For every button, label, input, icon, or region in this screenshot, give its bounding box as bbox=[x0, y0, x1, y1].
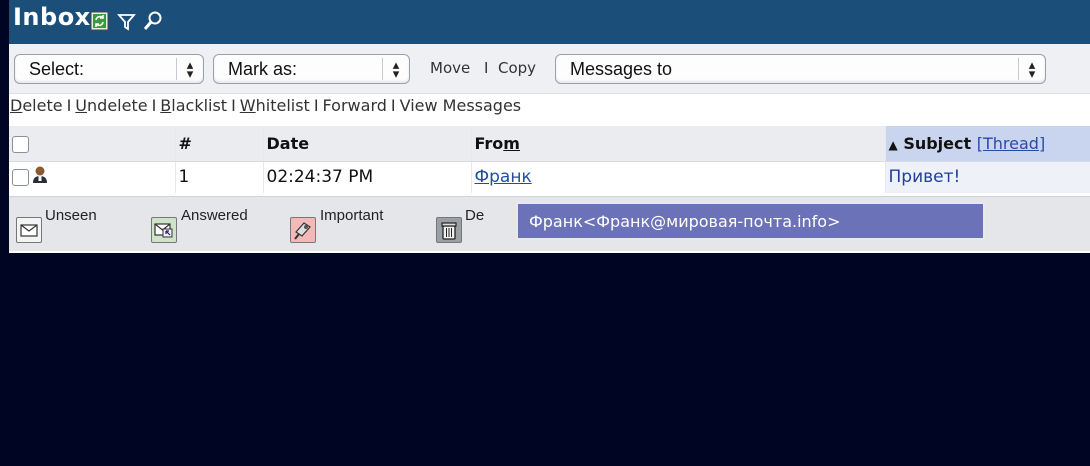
page-title: Inbox bbox=[13, 3, 91, 31]
table-header-row: # Date From ▲ Subject [Thread] bbox=[9, 126, 1090, 162]
sender-link[interactable]: Франк bbox=[475, 167, 532, 187]
sort-ascending-icon: ▲ bbox=[888, 137, 898, 152]
destination-folder-value: Messages to bbox=[570, 59, 673, 79]
header-date[interactable]: Date bbox=[263, 126, 472, 162]
legend-important-label: Important bbox=[320, 207, 384, 224]
action-separator: I bbox=[231, 96, 236, 115]
unseen-envelope-icon bbox=[16, 217, 42, 243]
action-separator: I bbox=[390, 96, 396, 115]
message-toolbar: Select: ▴ ▾ Mark as: ▴ ▾ Move I Copy Messa… bbox=[9, 44, 1090, 94]
move-link[interactable]: Move bbox=[430, 59, 470, 77]
inbox-header: Inbox bbox=[9, 0, 1090, 44]
select-dropdown[interactable]: Select: ▴ ▾ bbox=[14, 54, 204, 84]
mark-as-dropdown[interactable]: Mark as: ▴ ▾ bbox=[213, 54, 410, 84]
select-all-checkbox[interactable] bbox=[12, 135, 29, 153]
destination-divider bbox=[1018, 58, 1019, 80]
mail-panel: Inbox Select: ▴ ▾ Mark as: ▴ ▾ Move I Co… bbox=[9, 0, 1090, 253]
action-separator: I bbox=[66, 96, 72, 115]
thread-toggle-link[interactable]: [Thread] bbox=[977, 134, 1045, 153]
answered-envelope-icon bbox=[151, 217, 177, 243]
row-subject[interactable]: Привет! bbox=[885, 161, 1090, 193]
undelete-link[interactable]: Undelete bbox=[75, 96, 147, 115]
select-dropdown-label: Select: bbox=[29, 59, 85, 79]
legend-answered-label: Answered bbox=[181, 207, 248, 224]
action-separator: I bbox=[151, 96, 157, 115]
header-from[interactable]: From bbox=[471, 126, 886, 162]
forward-link[interactable]: Forward bbox=[323, 96, 387, 115]
header-select-all bbox=[9, 126, 176, 162]
toolbar-separator: I bbox=[484, 59, 489, 77]
copy-link[interactable]: Copy bbox=[498, 59, 536, 77]
view-messages-link[interactable]: View Messages bbox=[400, 96, 522, 115]
updown-arrows-icon: ▴ ▾ bbox=[392, 57, 400, 81]
row-date: 02:24:37 PM bbox=[263, 161, 472, 193]
blacklist-link[interactable]: Blacklist bbox=[160, 96, 227, 115]
delete-link[interactable]: Delete bbox=[10, 96, 63, 115]
message-actions: Delete I Undelete I Blacklist I Whitelist I Forw… bbox=[10, 94, 1090, 124]
whitelist-link[interactable]: Whitelist bbox=[240, 96, 310, 115]
table-row[interactable]: 1 02:24:37 PM Франк Привет! bbox=[9, 161, 1090, 193]
legend-deleted-label: De bbox=[465, 207, 485, 224]
refresh-icon[interactable] bbox=[90, 10, 110, 32]
message-checkbox[interactable] bbox=[12, 168, 29, 186]
important-flag-icon bbox=[290, 217, 316, 243]
row-number: 1 bbox=[175, 161, 264, 193]
action-separator: I bbox=[313, 96, 319, 115]
header-subject[interactable]: ▲ Subject [Thread] bbox=[885, 126, 1090, 162]
row-select-cell bbox=[9, 161, 176, 193]
updown-arrows-icon: ▴ ▾ bbox=[1028, 57, 1036, 81]
sender-tooltip: Франк<Франк@мировая-почта.info> bbox=[516, 202, 985, 240]
legend-unseen-label: Unseen bbox=[45, 207, 97, 224]
filter-icon[interactable] bbox=[117, 10, 137, 32]
mark-as-label: Mark as: bbox=[228, 59, 298, 79]
select-divider bbox=[176, 58, 177, 80]
deleted-trash-icon bbox=[436, 217, 462, 243]
destination-folder-dropdown[interactable]: Messages to ▴ ▾ bbox=[555, 54, 1046, 84]
updown-arrows-icon: ▴ ▾ bbox=[186, 57, 194, 81]
row-from: Франк bbox=[471, 161, 886, 193]
header-number: # bbox=[175, 126, 264, 162]
contact-person-icon bbox=[30, 165, 50, 190]
mark-as-divider bbox=[382, 58, 383, 80]
message-table: # Date From ▲ Subject [Thread] 1 02:24:3… bbox=[9, 126, 1090, 193]
search-icon[interactable] bbox=[142, 10, 162, 32]
